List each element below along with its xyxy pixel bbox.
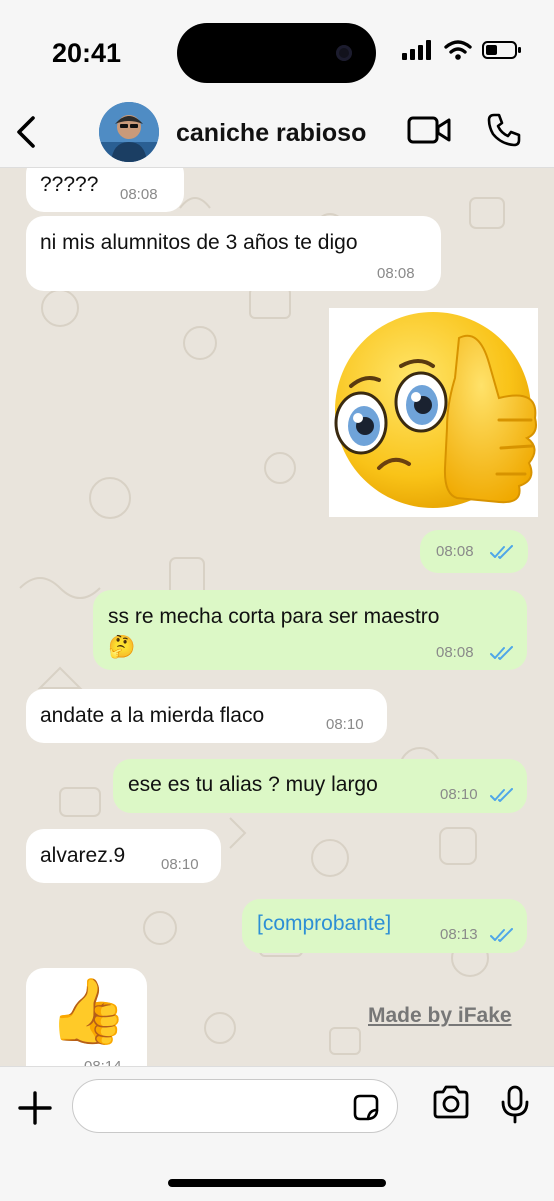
status-bar: 20:41 bbox=[0, 0, 554, 95]
message-time: 08:08 bbox=[120, 186, 158, 203]
status-time: 20:41 bbox=[52, 38, 122, 68]
battery-icon bbox=[482, 41, 521, 59]
message-outgoing[interactable]: [comprobante] 08:13 bbox=[242, 899, 527, 953]
message-input[interactable] bbox=[72, 1079, 398, 1133]
message-incoming[interactable]: andate a la mierda flaco 08:10 bbox=[26, 689, 387, 743]
input-bar bbox=[0, 1066, 554, 1201]
dynamic-island bbox=[177, 23, 376, 83]
message-time: 08:10 bbox=[440, 786, 478, 803]
read-receipt-icon bbox=[490, 928, 513, 942]
message-text: andate a la mierda flaco bbox=[40, 704, 265, 727]
video-call-icon[interactable] bbox=[407, 115, 451, 145]
sticker-image[interactable] bbox=[329, 308, 538, 517]
message-time: 08:08 bbox=[436, 543, 474, 560]
message-outgoing-status[interactable]: 08:08 bbox=[420, 530, 528, 573]
message-text: ni mis alumnitos de 3 años te digo bbox=[40, 231, 358, 254]
plus-icon[interactable] bbox=[16, 1089, 54, 1127]
message-link[interactable]: [comprobante] bbox=[257, 912, 391, 936]
message-text: ????? bbox=[40, 173, 99, 196]
chat-header: caniche rabioso bbox=[0, 95, 554, 168]
signal-icon bbox=[402, 40, 431, 60]
message-incoming[interactable]: ni mis alumnitos de 3 años te digo 08:08 bbox=[26, 216, 441, 291]
message-time: 08:10 bbox=[161, 856, 199, 873]
wifi-icon bbox=[444, 40, 472, 60]
message-text: ss re mecha corta para ser maestro bbox=[108, 605, 440, 628]
avatar[interactable] bbox=[99, 102, 159, 162]
message-text: alvarez.9 bbox=[40, 844, 126, 867]
contact-name[interactable]: caniche rabioso bbox=[176, 119, 366, 148]
watermark: Made by iFake bbox=[368, 1004, 512, 1027]
camera-icon[interactable] bbox=[432, 1085, 470, 1119]
message-incoming[interactable]: alvarez.9 08:10 bbox=[26, 829, 221, 883]
message-time: 08:10 bbox=[326, 716, 364, 733]
read-receipt-icon bbox=[490, 788, 513, 802]
message-text: ese es tu alias ? muy largo bbox=[128, 773, 378, 796]
message-outgoing[interactable]: ese es tu alias ? muy largo 08:10 bbox=[113, 759, 527, 813]
message-time: 08:13 bbox=[440, 926, 478, 943]
read-receipt-icon bbox=[490, 646, 513, 660]
message-time: 08:14 bbox=[84, 1058, 122, 1066]
message-incoming-emoji[interactable]: 👍 08:14 bbox=[26, 968, 147, 1066]
chat-area[interactable]: ????? 08:08 ni mis alumnitos de 3 años t… bbox=[0, 168, 554, 1066]
read-receipt-icon bbox=[490, 545, 513, 559]
home-indicator[interactable] bbox=[168, 1179, 386, 1187]
phone-call-icon[interactable] bbox=[486, 112, 522, 148]
back-chevron-icon[interactable] bbox=[14, 115, 40, 149]
message-time: 08:08 bbox=[377, 265, 415, 282]
message-time: 08:08 bbox=[436, 644, 474, 661]
microphone-icon[interactable] bbox=[500, 1085, 530, 1125]
sticker-icon[interactable] bbox=[351, 1093, 381, 1123]
thinking-emoji: 🤔 bbox=[108, 634, 136, 659]
thumbs-up-emoji: 👍 bbox=[48, 975, 128, 1047]
message-incoming[interactable]: ????? 08:08 bbox=[26, 168, 184, 212]
message-outgoing[interactable]: ss re mecha corta para ser maestro 🤔 08:… bbox=[93, 590, 527, 670]
